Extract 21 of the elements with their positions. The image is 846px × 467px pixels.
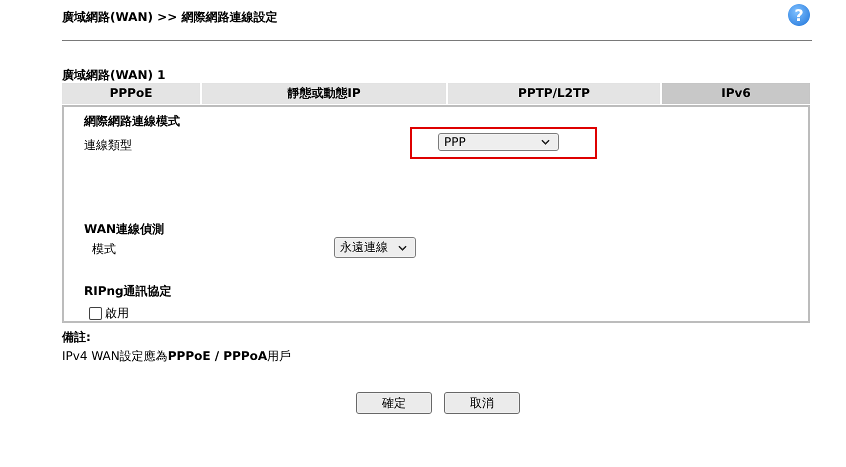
dropdown[interactable]: 永遠連線: [334, 237, 416, 258]
caret-icon: [541, 139, 550, 145]
tab[interactable]: IPv6: [662, 83, 810, 104]
tab[interactable]: 靜態或動態IP: [202, 83, 448, 104]
tab[interactable]: PPPoE: [62, 83, 202, 104]
caret-icon: [398, 244, 407, 250]
cancel-button[interactable]: 取消: [444, 392, 520, 414]
note-text: IPv4 WAN設定應為PPPoE / PPPoA用戶: [62, 348, 292, 365]
dropdown[interactable]: PPP: [438, 133, 559, 151]
section-title: 廣域網路(WAN) 1: [62, 67, 167, 83]
checkbox[interactable]: [89, 307, 102, 320]
page-title: 廣域網路(WAN) >> 網際網路連線設定: [62, 8, 278, 26]
ok-button[interactable]: 確定: [356, 392, 432, 414]
group-heading: RIPng通訊協定: [84, 283, 173, 300]
group-heading: WAN連線偵測: [84, 221, 166, 238]
field-label: 模式: [92, 241, 117, 258]
field-label: 連線類型: [84, 136, 133, 154]
tab[interactable]: PPTP/L2TP: [448, 83, 662, 104]
checkbox-label: 啟用: [105, 305, 129, 322]
group-heading: 網際網路連線模式: [84, 113, 181, 130]
note-title: 備註:: [62, 329, 92, 346]
